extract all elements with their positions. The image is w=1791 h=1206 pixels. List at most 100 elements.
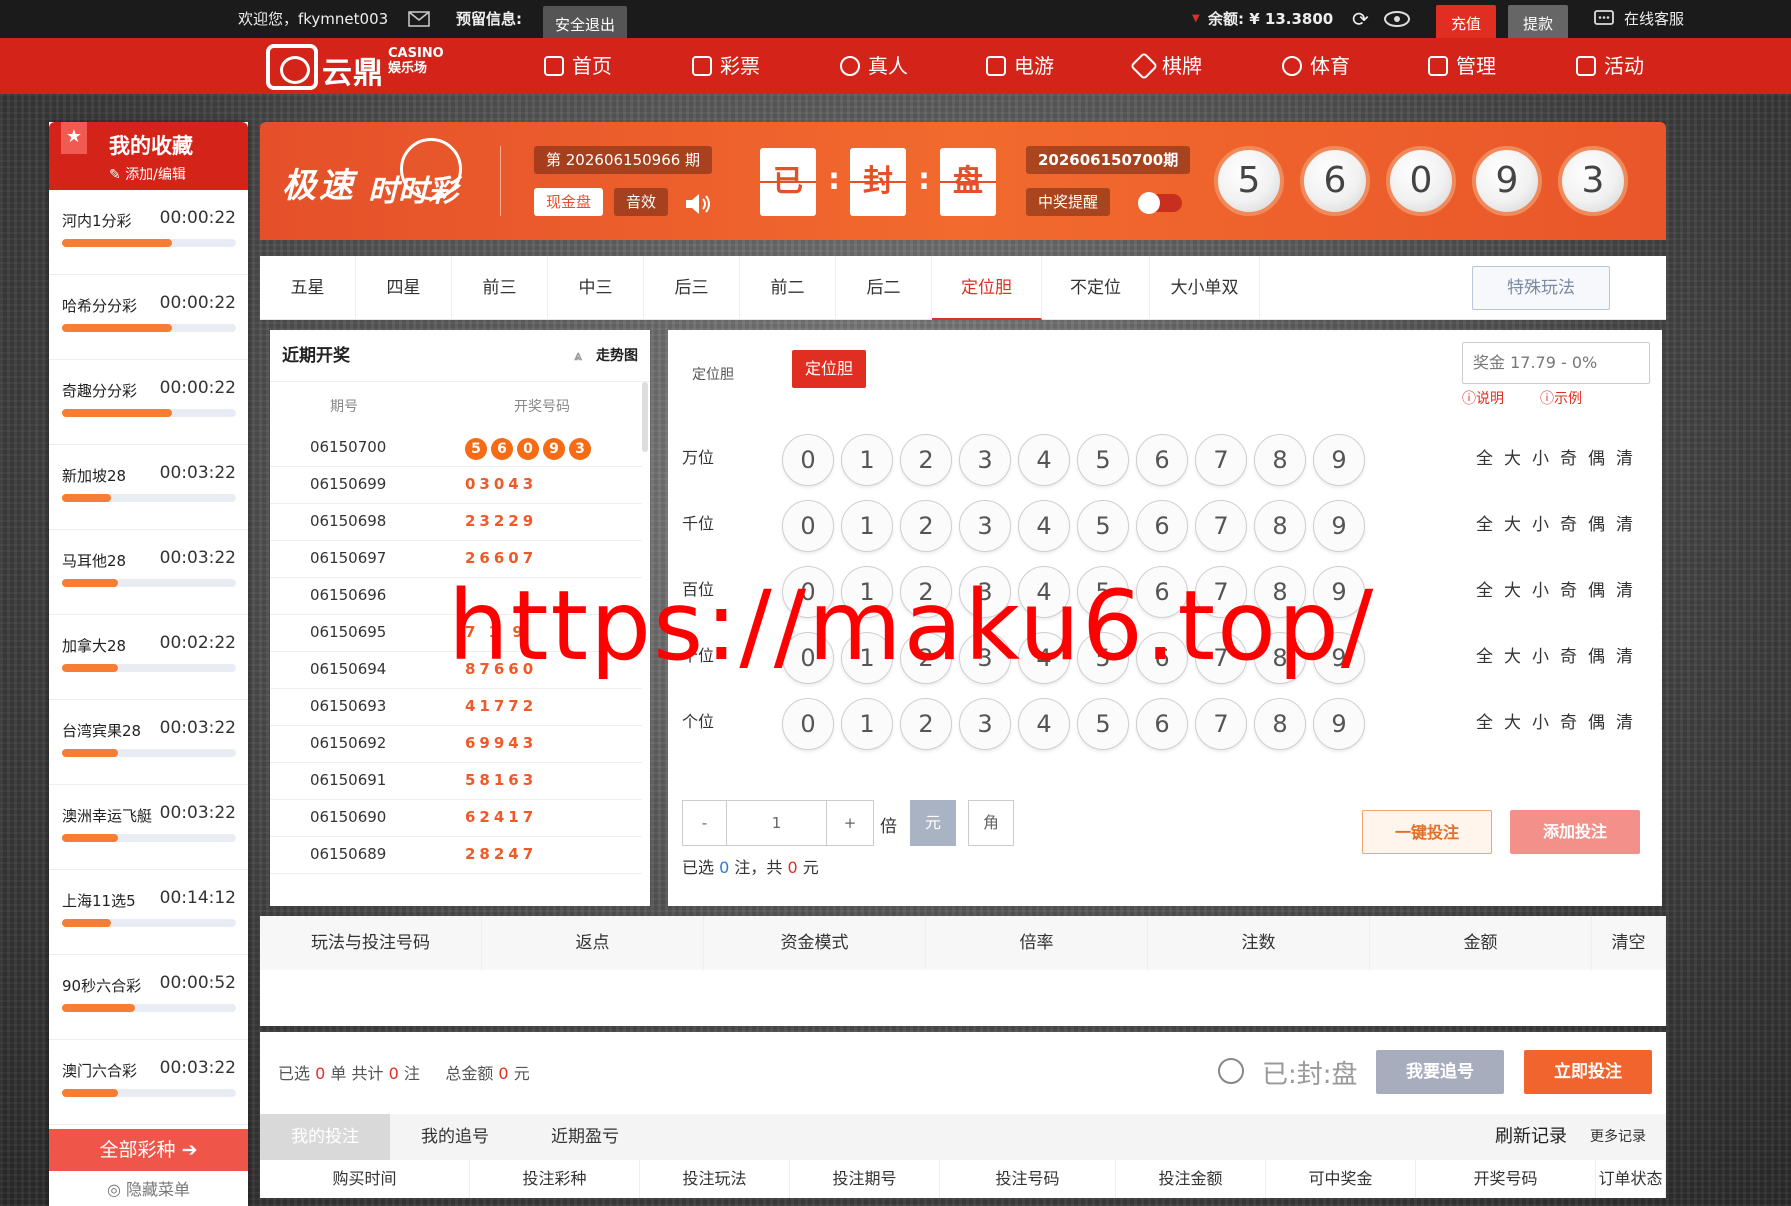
favorite-item[interactable]: 奇趣分分彩 00:00:22 [49, 360, 248, 445]
customer-service-link[interactable]: 在线客服 [1624, 0, 1684, 38]
filter-button[interactable]: 大 [1504, 576, 1521, 601]
tab-special[interactable]: 特殊玩法 [1472, 266, 1610, 310]
chat-icon[interactable] [1594, 0, 1614, 38]
example-link[interactable]: ⓘ示例 [1540, 388, 1582, 408]
digit-ball[interactable]: 6 [1136, 698, 1188, 750]
speaker-icon[interactable] [684, 192, 714, 216]
tab-9[interactable]: 大小单双 [1150, 256, 1260, 320]
digit-ball[interactable]: 2 [900, 500, 952, 552]
refresh-icon[interactable]: ⟳ [1352, 0, 1369, 38]
filter-button[interactable]: 全 [1476, 642, 1493, 667]
multiple-input[interactable]: 1 [727, 801, 827, 845]
filter-button[interactable]: 奇 [1560, 510, 1577, 535]
digit-ball[interactable]: 3 [959, 434, 1011, 486]
favorite-item[interactable]: 哈希分分彩 00:00:22 [49, 275, 248, 360]
unit-jiao-button[interactable]: 角 [968, 800, 1014, 846]
tab-4[interactable]: 后三 [644, 256, 740, 320]
digit-ball[interactable]: 6 [1136, 500, 1188, 552]
plus-button[interactable]: + [827, 801, 873, 845]
nav-chess[interactable]: 棋牌 [1129, 38, 1202, 94]
digit-ball[interactable]: 2 [900, 698, 952, 750]
all-lotteries-button[interactable]: 全部彩种 ➔ [49, 1129, 248, 1171]
digit-ball[interactable]: 5 [1077, 698, 1129, 750]
edit-favorites-link[interactable]: ✎ 添加/编辑 [109, 164, 186, 184]
eye-icon[interactable] [1384, 0, 1410, 38]
tab-3[interactable]: 中三 [548, 256, 644, 320]
mode-button[interactable]: 定位胆 [792, 350, 866, 388]
tab-0[interactable]: 五星 [260, 256, 356, 320]
filter-button[interactable]: 大 [1504, 642, 1521, 667]
digit-ball[interactable]: 9 [1313, 698, 1365, 750]
filter-button[interactable]: 偶 [1588, 576, 1605, 601]
favorite-item[interactable]: 加拿大28 00:02:22 [49, 615, 248, 700]
filter-button[interactable]: 偶 [1588, 708, 1605, 733]
nav-home[interactable]: 首页 [544, 38, 612, 94]
filter-button[interactable]: 大 [1504, 510, 1521, 535]
digit-ball[interactable]: 8 [1254, 434, 1306, 486]
nav-slots[interactable]: 电游 [986, 38, 1054, 94]
filter-button[interactable]: 奇 [1560, 642, 1577, 667]
filter-button[interactable]: 小 [1532, 576, 1549, 601]
filter-button[interactable]: 小 [1532, 708, 1549, 733]
filter-button[interactable]: 奇 [1560, 708, 1577, 733]
tab-7[interactable]: 定位胆 [932, 256, 1042, 320]
unit-yuan-button[interactable]: 元 [910, 800, 956, 846]
digit-ball[interactable]: 0 [782, 500, 834, 552]
filter-button[interactable]: 大 [1504, 444, 1521, 469]
tab-1[interactable]: 四星 [356, 256, 452, 320]
tab-2[interactable]: 前三 [452, 256, 548, 320]
digit-ball[interactable]: 3 [959, 698, 1011, 750]
digit-ball[interactable]: 0 [782, 698, 834, 750]
add-bet-button[interactable]: 添加投注 [1510, 810, 1640, 854]
favorite-item[interactable]: 上海11选5 00:14:12 [49, 870, 248, 955]
filter-button[interactable]: 偶 [1588, 510, 1605, 535]
bet-now-button[interactable]: 立即投注 [1524, 1050, 1652, 1094]
filter-button[interactable]: 清 [1616, 510, 1633, 535]
filter-button[interactable]: 全 [1476, 444, 1493, 469]
filter-button[interactable]: 偶 [1588, 642, 1605, 667]
digit-ball[interactable]: 9 [1313, 434, 1365, 486]
tab-5[interactable]: 前二 [740, 256, 836, 320]
digit-ball[interactable]: 1 [841, 500, 893, 552]
filter-button[interactable]: 清 [1616, 642, 1633, 667]
favorite-item[interactable]: 河内1分彩 00:00:22 [49, 190, 248, 275]
digit-ball[interactable]: 7 [1195, 698, 1247, 750]
filter-button[interactable]: 偶 [1588, 444, 1605, 469]
minus-button[interactable]: - [683, 801, 727, 845]
filter-button[interactable]: 清 [1616, 576, 1633, 601]
favorite-item[interactable]: 新加坡28 00:03:22 [49, 445, 248, 530]
favorite-item[interactable]: 澳洲幸运飞艇 00:03:22 [49, 785, 248, 870]
trend-chart-link[interactable]: ⩓ 走势图 [574, 330, 638, 382]
filter-button[interactable]: 全 [1476, 708, 1493, 733]
tab-8[interactable]: 不定位 [1042, 256, 1150, 320]
digit-ball[interactable]: 2 [900, 434, 952, 486]
hide-menu-button[interactable]: ◎ 隐藏菜单 [49, 1174, 248, 1206]
filter-button[interactable]: 清 [1616, 708, 1633, 733]
filter-button[interactable]: 奇 [1560, 576, 1577, 601]
digit-ball[interactable]: 7 [1195, 500, 1247, 552]
history-tab[interactable]: 我的投注 [260, 1114, 390, 1160]
filter-button[interactable]: 大 [1504, 708, 1521, 733]
nav-live[interactable]: 真人 [840, 38, 908, 94]
digit-ball[interactable]: 4 [1018, 500, 1070, 552]
history-tab[interactable]: 近期盈亏 [520, 1114, 650, 1160]
digit-ball[interactable]: 0 [782, 434, 834, 486]
digit-ball[interactable]: 4 [1018, 434, 1070, 486]
digit-ball[interactable]: 7 [1195, 434, 1247, 486]
filter-button[interactable]: 小 [1532, 510, 1549, 535]
nav-manage[interactable]: 管理 [1428, 38, 1496, 94]
site-logo[interactable]: 云鼎 CASINO 娱乐场 [266, 42, 446, 92]
nav-events[interactable]: 活动 [1576, 38, 1644, 94]
favorite-item[interactable]: 澳门六合彩 00:03:22 [49, 1040, 248, 1125]
one-click-bet-button[interactable]: 一键投注 [1362, 810, 1492, 854]
favorite-item[interactable]: 台湾宾果28 00:03:22 [49, 700, 248, 785]
digit-ball[interactable]: 5 [1077, 500, 1129, 552]
refresh-records-link[interactable]: 刷新记录 [1476, 1114, 1586, 1160]
digit-ball[interactable]: 8 [1254, 698, 1306, 750]
more-records-link[interactable]: 更多记录 [1578, 1114, 1658, 1160]
digit-ball[interactable]: 3 [959, 500, 1011, 552]
digit-ball[interactable]: 9 [1313, 500, 1365, 552]
explain-link[interactable]: ⓘ说明 [1462, 388, 1504, 408]
chase-button[interactable]: 我要追号 [1376, 1050, 1504, 1094]
digit-ball[interactable]: 1 [841, 434, 893, 486]
